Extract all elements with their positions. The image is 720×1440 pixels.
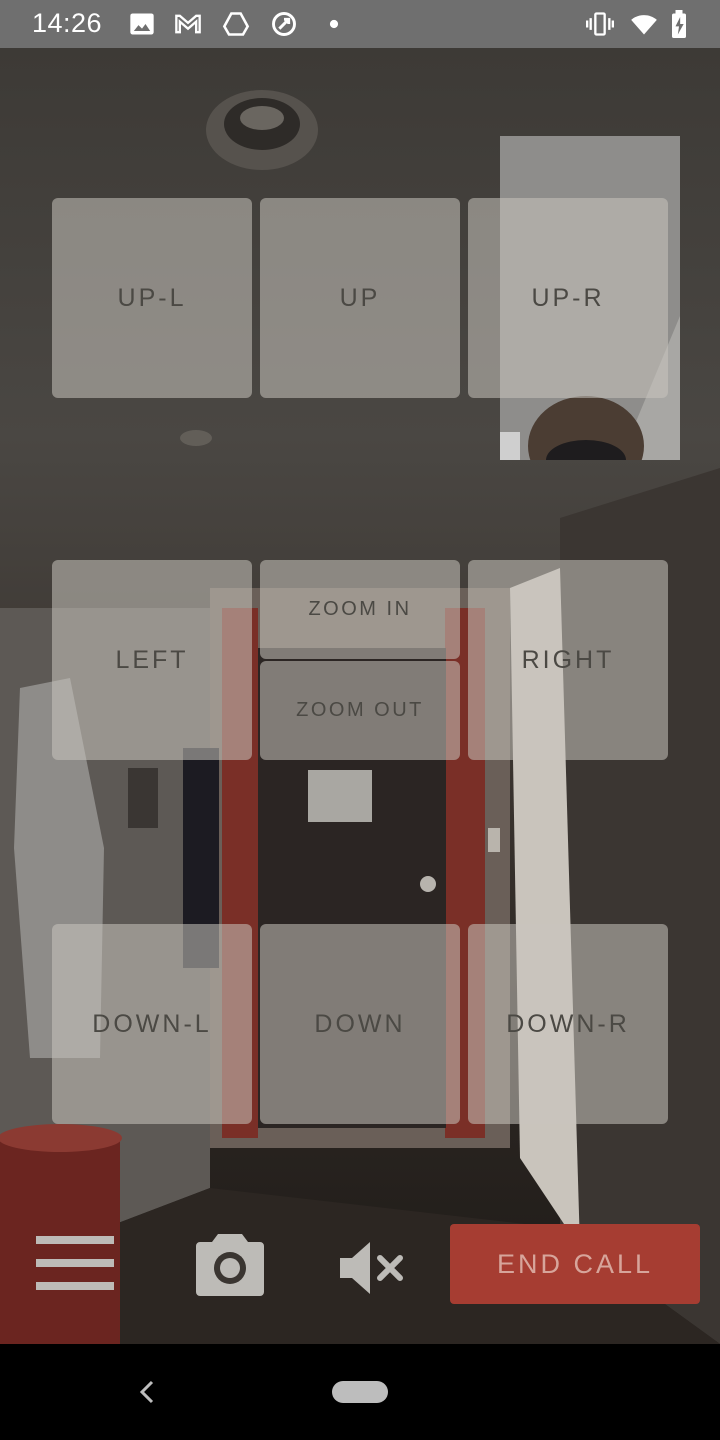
up-right-label: UP-R bbox=[531, 283, 605, 312]
camera-icon[interactable] bbox=[196, 1232, 264, 1296]
end-call-label: END CALL bbox=[496, 1248, 654, 1279]
down-right-label: DOWN-R bbox=[506, 1009, 630, 1038]
drive-icon bbox=[222, 12, 250, 36]
down-label: DOWN bbox=[314, 1009, 406, 1038]
wifi-icon bbox=[631, 15, 657, 35]
up-left-label: UP-L bbox=[117, 283, 187, 312]
dot-icon bbox=[329, 19, 339, 29]
down-button[interactable]: DOWN bbox=[260, 924, 460, 1124]
right-button[interactable]: RIGHT bbox=[468, 560, 668, 760]
zoom-in-label: ZOOM IN bbox=[308, 598, 412, 620]
volume-muted-icon[interactable] bbox=[338, 1240, 404, 1296]
down-right-button[interactable]: DOWN-R bbox=[468, 924, 668, 1124]
status-bar: 14:26 bbox=[0, 0, 720, 48]
sync-icon bbox=[272, 12, 296, 36]
end-call-button[interactable]: END CALL bbox=[450, 1224, 700, 1304]
right-label: RIGHT bbox=[521, 645, 615, 674]
hamburger-menu-icon[interactable] bbox=[36, 1236, 114, 1290]
battery-charging-icon bbox=[672, 10, 686, 38]
up-button[interactable]: UP bbox=[260, 198, 460, 398]
vibrate-icon bbox=[586, 12, 614, 36]
down-left-label: DOWN-L bbox=[92, 1009, 212, 1038]
home-pill-button[interactable] bbox=[332, 1381, 388, 1403]
up-left-button[interactable]: UP-L bbox=[52, 198, 252, 398]
zoom-in-button[interactable]: ZOOM IN bbox=[260, 560, 460, 659]
up-right-button[interactable]: UP-R bbox=[468, 198, 668, 398]
gmail-icon bbox=[175, 14, 201, 34]
left-button[interactable]: LEFT bbox=[52, 560, 252, 760]
zoom-out-button[interactable]: ZOOM OUT bbox=[260, 661, 460, 760]
down-left-button[interactable]: DOWN-L bbox=[52, 924, 252, 1124]
status-time: 14:26 bbox=[32, 8, 103, 38]
left-label: LEFT bbox=[115, 645, 189, 674]
back-icon[interactable] bbox=[136, 1378, 160, 1406]
zoom-out-label: ZOOM OUT bbox=[296, 699, 424, 721]
up-label: UP bbox=[339, 283, 381, 312]
image-icon bbox=[130, 13, 154, 35]
